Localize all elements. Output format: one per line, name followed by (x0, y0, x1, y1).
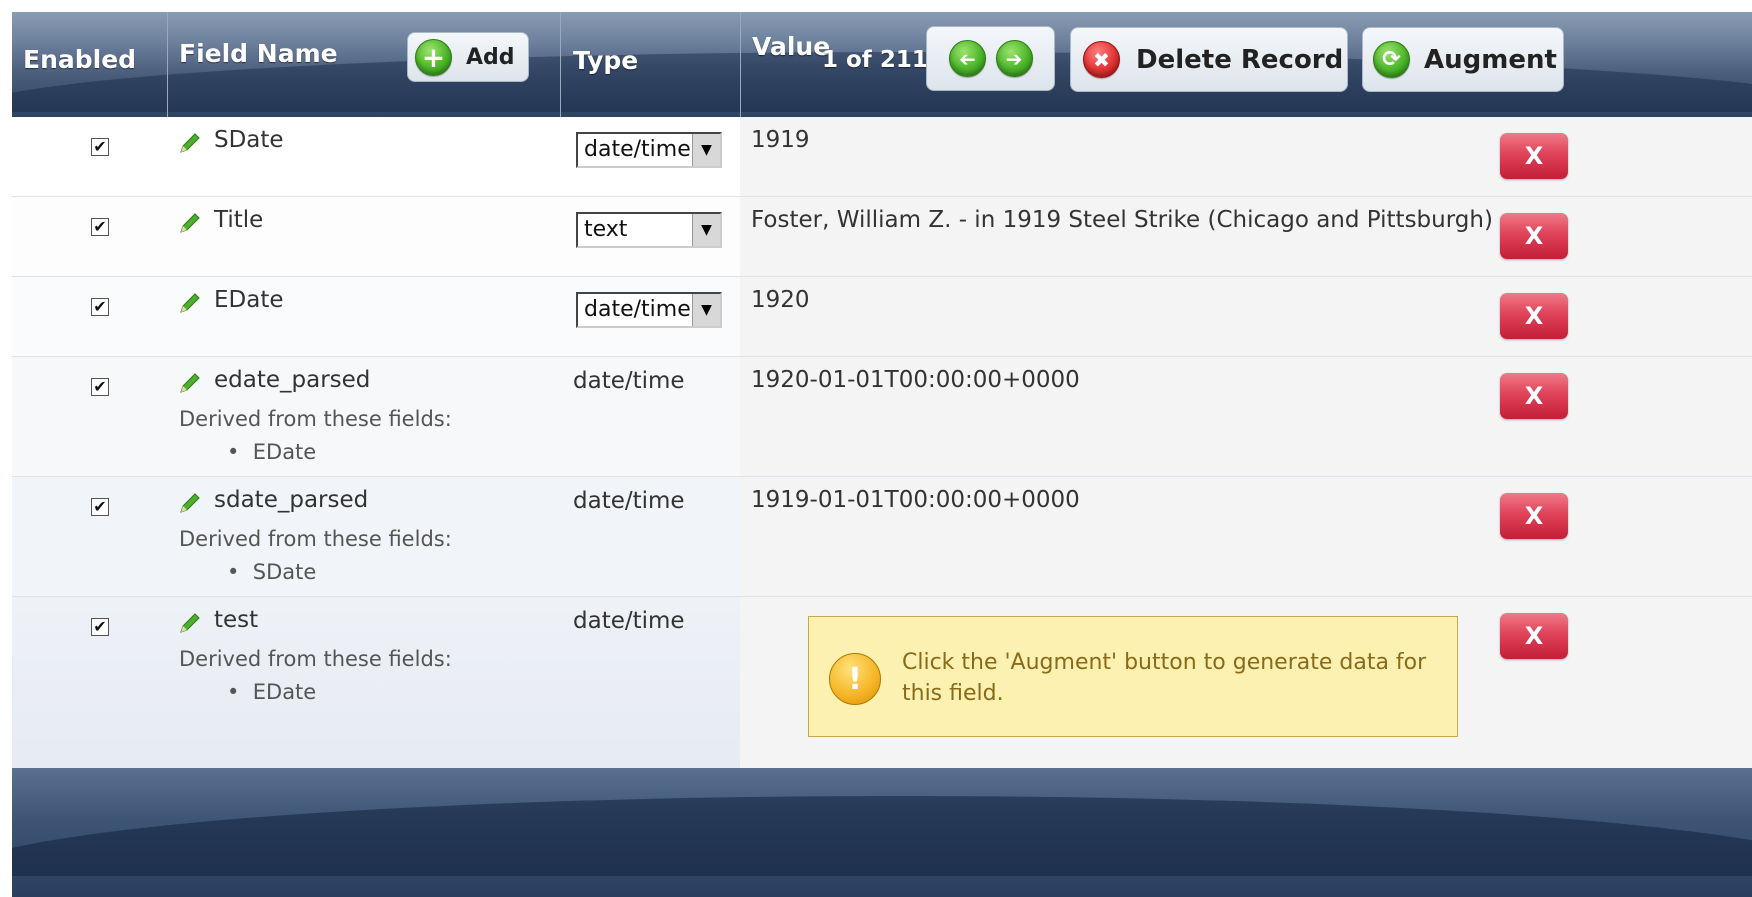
table-footer (12, 768, 1752, 897)
derived-source-item: • EDate (227, 440, 317, 464)
augment-label: Augment (1424, 44, 1557, 75)
derived-label: Derived from these fields: (179, 647, 452, 671)
derived-source-name: SDate (252, 560, 317, 584)
enabled-checkbox[interactable]: ✔ (91, 498, 109, 516)
derived-label: Derived from these fields: (179, 407, 452, 431)
field-name: edate_parsed (214, 367, 371, 393)
value-column-header: Value (752, 32, 831, 61)
table-row: ✔ edate_parsed Derived from these fields… (12, 357, 1752, 477)
pencil-icon[interactable] (178, 211, 202, 235)
remove-field-button[interactable]: X (1500, 293, 1568, 339)
field-value: 1919 (751, 127, 810, 153)
type-select-value: date/time (584, 137, 691, 162)
arrow-right-icon: ➔ (1005, 46, 1023, 71)
field-name: EDate (214, 287, 284, 313)
remove-field-button[interactable]: X (1500, 493, 1568, 539)
warning-message: Click the 'Augment' button to generate d… (902, 650, 1427, 706)
enabled-checkbox[interactable]: ✔ (91, 618, 109, 636)
footer-wave-decoration (12, 796, 1752, 876)
derived-source-item: • EDate (227, 680, 317, 704)
next-record-button[interactable]: ➔ (995, 40, 1033, 77)
derived-source-name: EDate (252, 680, 317, 704)
field-editor: Enabled Field Name + Add Type Value 1 of… (12, 12, 1752, 897)
field-value: 1920 (751, 287, 810, 313)
plus-icon: + (415, 38, 452, 76)
remove-field-button[interactable]: X (1500, 613, 1568, 659)
pencil-icon[interactable] (178, 291, 202, 315)
derived-label: Derived from these fields: (179, 527, 452, 551)
type-select[interactable]: text ▼ (576, 212, 722, 248)
pencil-icon[interactable] (178, 491, 202, 515)
derived-source-name: EDate (252, 440, 317, 464)
type-select-value: date/time (584, 297, 691, 322)
type-select[interactable]: date/time ▼ (576, 132, 722, 168)
table-row: ✔ Title text ▼ Foster, William Z. - in 1… (12, 197, 1752, 277)
delete-record-label: Delete Record (1136, 44, 1344, 75)
x-circle-icon: ✖ (1083, 41, 1120, 78)
record-counter: 1 of 211 (822, 47, 928, 73)
field-name: SDate (214, 127, 284, 153)
table-header: Enabled Field Name + Add Type Value 1 of… (12, 12, 1752, 117)
field-type: date/time (573, 368, 685, 394)
column-divider (740, 12, 741, 117)
delete-record-button[interactable]: ✖ Delete Record (1070, 27, 1348, 92)
remove-field-button[interactable]: X (1500, 213, 1568, 259)
enabled-checkbox[interactable]: ✔ (91, 138, 109, 156)
augment-button[interactable]: ⟳ Augment (1362, 27, 1564, 92)
pencil-icon[interactable] (178, 611, 202, 635)
enabled-column-header: Enabled (23, 45, 137, 74)
field-name: Title (214, 207, 264, 233)
arrow-left-icon: ➔ (958, 46, 976, 71)
exclamation-icon: ! (829, 653, 881, 705)
remove-field-button[interactable]: X (1500, 373, 1568, 419)
field-name: test (214, 607, 259, 633)
type-select[interactable]: date/time ▼ (576, 292, 722, 328)
prev-record-button[interactable]: ➔ (948, 40, 986, 77)
field-value: 1920-01-01T00:00:00+0000 (751, 367, 1080, 393)
derived-source-item: • SDate (227, 560, 317, 584)
add-button-label: Add (466, 44, 515, 70)
chevron-down-icon: ▼ (692, 294, 720, 326)
enabled-checkbox[interactable]: ✔ (91, 298, 109, 316)
column-divider (167, 12, 168, 117)
enabled-checkbox[interactable]: ✔ (91, 378, 109, 396)
pencil-icon[interactable] (178, 371, 202, 395)
chevron-down-icon: ▼ (692, 134, 720, 166)
refresh-icon: ⟳ (1373, 41, 1410, 78)
column-divider (560, 12, 561, 117)
remove-field-button[interactable]: X (1500, 133, 1568, 179)
chevron-down-icon: ▼ (692, 214, 720, 246)
field-name-column-header: Field Name (179, 39, 338, 68)
record-nav-group: ➔ ➔ (926, 26, 1055, 91)
table-row: ✔ SDate date/time ▼ 1919 X (12, 117, 1752, 197)
type-column-header: Type (573, 46, 639, 75)
enabled-checkbox[interactable]: ✔ (91, 218, 109, 236)
type-select-value: text (584, 217, 628, 242)
table-row: ✔ sdate_parsed Derived from these fields… (12, 477, 1752, 597)
field-value: Foster, William Z. - in 1919 Steel Strik… (751, 207, 1493, 233)
field-type: date/time (573, 608, 685, 634)
add-field-button[interactable]: + Add (407, 32, 529, 82)
field-name: sdate_parsed (214, 487, 369, 513)
pencil-icon[interactable] (178, 131, 202, 155)
augment-warning-box: ! Click the 'Augment' button to generate… (808, 616, 1458, 737)
field-value: 1919-01-01T00:00:00+0000 (751, 487, 1080, 513)
field-type: date/time (573, 488, 685, 514)
table-row: ✔ EDate date/time ▼ 1920 X (12, 277, 1752, 357)
